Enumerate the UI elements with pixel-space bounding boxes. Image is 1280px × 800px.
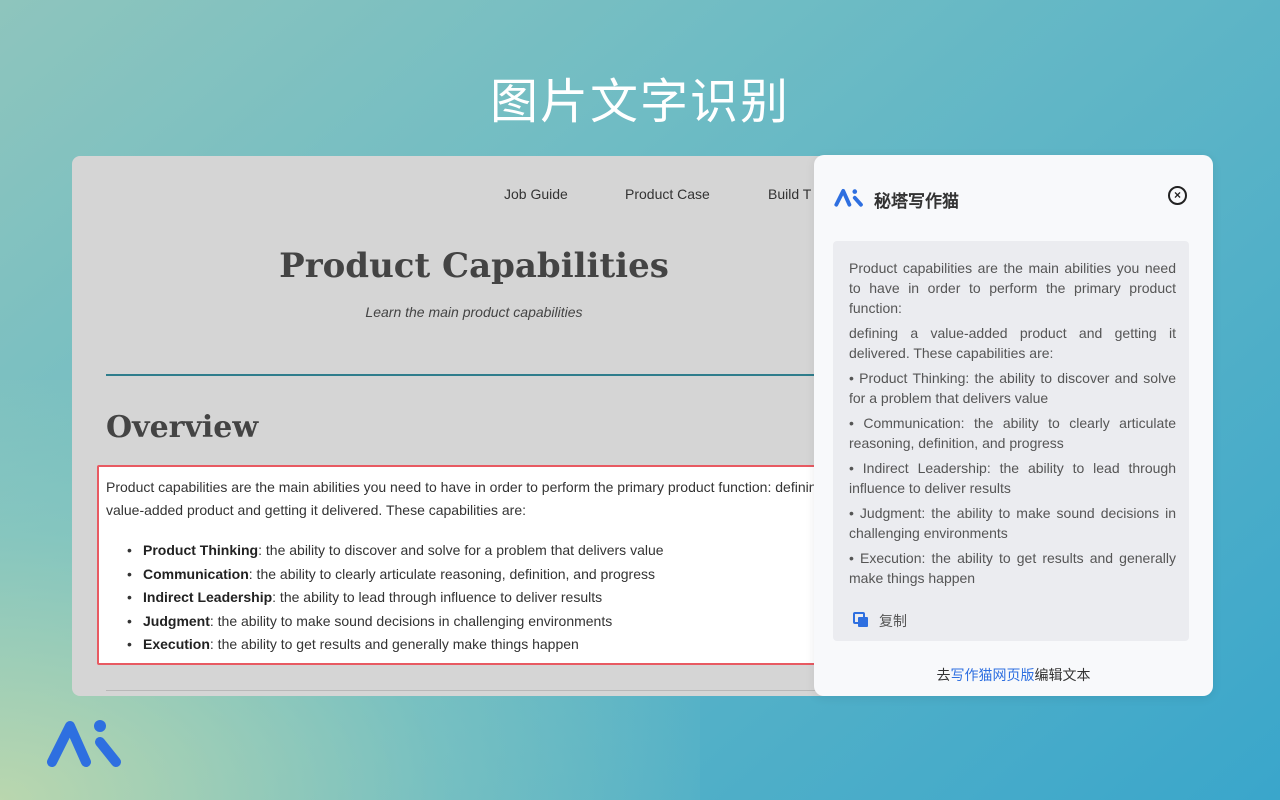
result-line: • Communication: the ability to clearly …	[849, 415, 1176, 451]
hero-title: 图片文字识别	[489, 74, 790, 130]
list-item: Judgment: the ability to make sound deci…	[127, 610, 664, 634]
capabilities-list: Product Thinking: the ability to discove…	[127, 539, 664, 657]
section-divider	[106, 374, 862, 376]
list-item: Communication: the ability to clearly ar…	[127, 563, 664, 587]
recognized-text-box: Product capabilities are the main abilit…	[833, 241, 1189, 641]
bottom-divider	[106, 690, 862, 691]
page-subtitle: Learn the main product capabilities	[365, 304, 583, 320]
list-item-term: Execution	[143, 636, 210, 652]
list-item-desc: : the ability to discover and solve for …	[258, 542, 664, 558]
xiezuomao-logo-icon	[834, 188, 863, 207]
panel-footer: 去写作猫网页版编辑文本	[814, 665, 1213, 685]
recognized-text[interactable]: Product capabilities are the main abilit…	[849, 258, 1176, 593]
result-line: • Judgment: the ability to make sound de…	[849, 505, 1176, 541]
ocr-selection-box[interactable]: Product capabilities are the main abilit…	[97, 465, 841, 665]
result-line: defining a value-added product and getti…	[849, 325, 1176, 361]
footer-prefix: 去	[936, 668, 951, 684]
nav-item-product-case[interactable]: Product Case	[625, 186, 710, 202]
list-item-term: Judgment	[143, 612, 210, 629]
section-heading: Overview	[106, 410, 259, 445]
ocr-result-panel: 秘塔写作猫 × Product capabilities are the mai…	[814, 155, 1213, 696]
list-item-desc: : the ability to lead through influence …	[272, 589, 603, 605]
list-item-term: Communication	[143, 565, 249, 582]
brand-logo-icon	[47, 720, 121, 767]
result-line: • Product Thinking: the ability to disco…	[849, 370, 1176, 406]
list-item-term: Indirect Leadership	[143, 589, 273, 605]
nav-item-job-guide[interactable]: Job Guide	[504, 186, 568, 202]
list-item: Execution: the ability to get results an…	[127, 633, 664, 657]
webpage-preview: Job Guide Product Case Build T Product C…	[72, 156, 862, 696]
list-item-desc: : the ability to make sound decisions in…	[209, 612, 613, 629]
result-line: Product capabilities are the main abilit…	[849, 260, 1176, 316]
result-line: • Indirect Leadership: the ability to le…	[849, 460, 1176, 496]
panel-title: 秘塔写作猫	[874, 192, 959, 212]
copy-label: 复制	[879, 614, 907, 630]
selection-paragraph: Product capabilities are the main abilit…	[106, 479, 836, 518]
list-item-term: Product Thinking	[143, 542, 259, 558]
footer-suffix: 编辑文本	[1034, 668, 1091, 684]
list-item-desc: : the ability to get results and general…	[209, 636, 579, 652]
nav-item-build[interactable]: Build T	[768, 186, 811, 202]
list-item: Indirect Leadership: the ability to lead…	[127, 586, 664, 610]
result-line: • Execution: the ability to get results …	[849, 550, 1176, 586]
web-editor-link[interactable]: 写作猫网页版	[951, 668, 1035, 684]
copy-icon	[853, 612, 868, 627]
top-nav: Job Guide Product Case Build T	[72, 186, 862, 206]
list-item-desc: : the ability to clearly articulate reas…	[248, 565, 656, 582]
list-item: Product Thinking: the ability to discove…	[127, 539, 664, 563]
close-icon[interactable]: ×	[1168, 186, 1187, 205]
page-title: Product Capabilities	[279, 246, 669, 286]
